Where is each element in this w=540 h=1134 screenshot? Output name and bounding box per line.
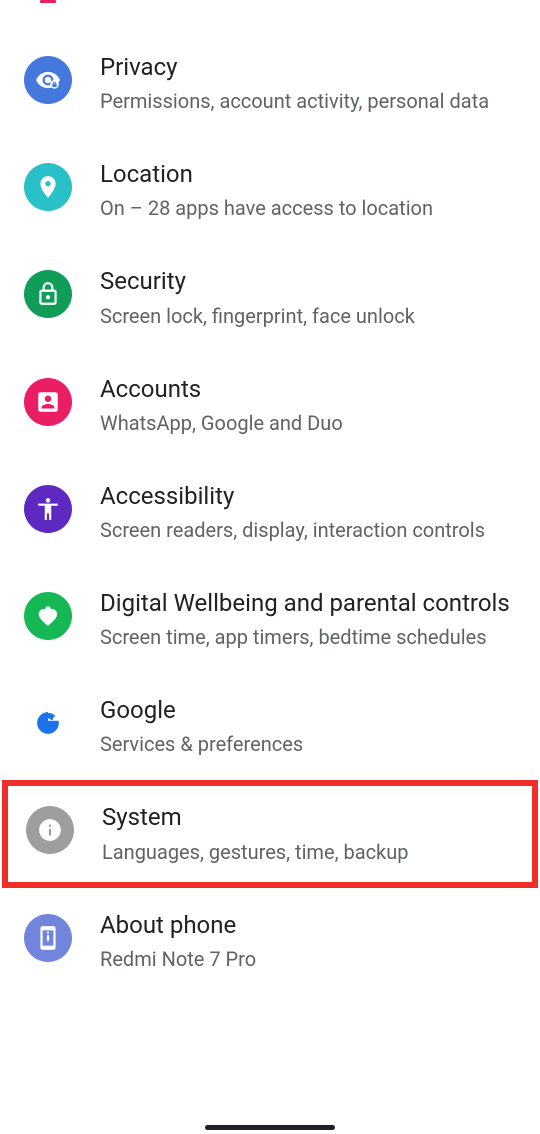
item-subtitle: WhatsApp, Google and Duo [100, 409, 516, 437]
item-subtitle: Screen lock, fingerprint, face unlock [100, 302, 516, 330]
settings-list: Privacy Permissions, account activity, p… [0, 30, 540, 995]
item-subtitle: Permissions, account activity, personal … [100, 87, 516, 115]
item-subtitle: Languages, gestures, time, backup [102, 838, 514, 866]
item-subtitle: Services & preferences [100, 730, 516, 758]
system-icon [26, 806, 74, 854]
accounts-icon [24, 378, 72, 426]
item-title: System [102, 802, 514, 833]
gesture-nav-bar[interactable] [0, 1120, 540, 1134]
item-title: Digital Wellbeing and parental controls [100, 588, 516, 619]
location-icon [24, 163, 72, 211]
settings-item-system[interactable]: System Languages, gestures, time, backup [2, 780, 538, 887]
settings-item-accounts[interactable]: Accounts WhatsApp, Google and Duo [0, 352, 540, 459]
item-title: About phone [100, 910, 516, 941]
svg-text:G: G [41, 713, 54, 733]
item-subtitle: Screen time, app timers, bedtime schedul… [100, 623, 516, 651]
item-title: Google [100, 695, 516, 726]
settings-item-about[interactable]: About phone Redmi Note 7 Pro [0, 888, 540, 995]
settings-item-location[interactable]: Location On – 28 apps have access to loc… [0, 137, 540, 244]
item-title: Accounts [100, 374, 516, 405]
item-title: Location [100, 159, 516, 190]
item-title: Privacy [100, 52, 516, 83]
security-icon [24, 270, 72, 318]
item-subtitle: Redmi Note 7 Pro [100, 945, 516, 973]
nav-pill [205, 1125, 335, 1130]
item-title: Accessibility [100, 481, 516, 512]
about-icon [24, 914, 72, 962]
accessibility-icon [24, 485, 72, 533]
settings-item-privacy[interactable]: Privacy Permissions, account activity, p… [0, 30, 540, 137]
item-title: Security [100, 266, 516, 297]
item-subtitle: Screen readers, display, interaction con… [100, 516, 516, 544]
settings-item-google[interactable]: G Google Services & preferences [0, 673, 540, 780]
cutoff-storage-row [0, 0, 540, 30]
settings-item-accessibility[interactable]: Accessibility Screen readers, display, i… [0, 459, 540, 566]
settings-item-wellbeing[interactable]: Digital Wellbeing and parental controls … [0, 566, 540, 673]
settings-item-security[interactable]: Security Screen lock, fingerprint, face … [0, 244, 540, 351]
wellbeing-icon [24, 592, 72, 640]
google-icon: G [24, 699, 72, 747]
item-subtitle: On – 28 apps have access to location [100, 194, 516, 222]
storage-icon-cutoff [24, 0, 72, 12]
privacy-icon [24, 56, 72, 104]
